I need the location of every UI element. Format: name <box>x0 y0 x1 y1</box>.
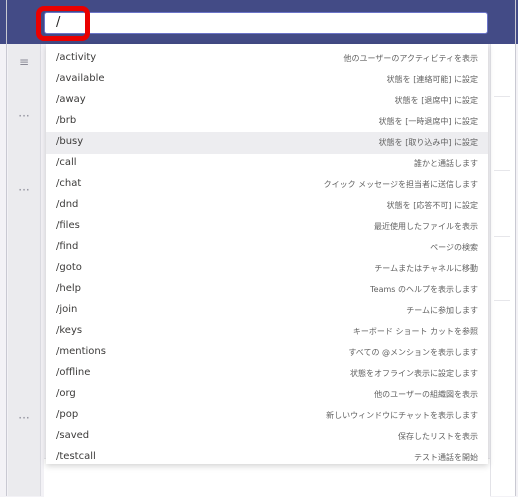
left-rail: ≡ ··· ··· ··· <box>8 44 41 496</box>
command-description: 保存したリストを表示 <box>398 432 478 441</box>
command-name: /saved <box>56 430 90 441</box>
command-description: 状態を [取り込み中] に設定 <box>378 138 478 147</box>
command-description: 状態を [応答不可] に設定 <box>386 201 478 210</box>
command-item[interactable]: /mentions すべての @メンションを表示します <box>46 342 488 364</box>
command-description: キーボード ショート カットを参照 <box>352 327 478 336</box>
more-options-icon[interactable]: ··· <box>16 412 32 424</box>
command-item[interactable]: /offline 状態をオフライン表示に設定します <box>46 363 488 385</box>
command-item[interactable]: /testcall テスト通話を開始 <box>46 447 488 469</box>
command-name: /mentions <box>56 346 106 357</box>
command-name: /brb <box>56 115 77 126</box>
more-options-icon[interactable]: ··· <box>16 184 32 196</box>
command-name: /files <box>56 220 80 231</box>
command-item[interactable]: /call 誰かと通話します <box>46 153 488 175</box>
command-description: 状態を [退席中] に設定 <box>394 96 478 105</box>
command-description: チームまたはチャネルに移動 <box>374 264 478 273</box>
command-name: /chat <box>56 178 82 189</box>
command-description: 状態を [連絡可能] に設定 <box>386 75 478 84</box>
divider <box>494 236 510 237</box>
command-name: /keys <box>56 325 83 336</box>
command-item[interactable]: /available 状態を [連絡可能] に設定 <box>46 69 488 91</box>
command-name: /offline <box>56 367 91 378</box>
command-description: 新しいウィンドウにチャットを表示します <box>326 411 478 420</box>
command-name: /busy <box>56 136 84 147</box>
divider <box>494 170 510 171</box>
command-name: /join <box>56 304 78 315</box>
command-search-input[interactable]: / <box>44 12 488 34</box>
command-name: /testcall <box>56 451 96 462</box>
command-item[interactable]: /busy 状態を [取り込み中] に設定 <box>46 132 488 154</box>
command-item[interactable]: /org 他のユーザーの組織図を表示 <box>46 384 488 406</box>
command-dropdown: /activity 他のユーザーのアクティビティを表示/available 状態を … <box>46 44 488 464</box>
command-item[interactable]: /chat クイック メッセージを担当者に送信します <box>46 174 488 196</box>
command-item[interactable]: /keys キーボード ショート カットを参照 <box>46 321 488 343</box>
more-options-icon[interactable]: ··· <box>16 110 32 122</box>
command-description: 状態を [一時退席中] に設定 <box>378 117 478 126</box>
command-item[interactable]: /join チームに参加します <box>46 300 488 322</box>
command-item[interactable]: /dnd 状態を [応答不可] に設定 <box>46 195 488 217</box>
command-description: クイック メッセージを担当者に送信します <box>323 180 478 189</box>
command-item[interactable]: /pop 新しいウィンドウにチャットを表示します <box>46 405 488 427</box>
command-name: /call <box>56 157 77 168</box>
highlight-annotation <box>36 6 90 41</box>
command-item[interactable]: /activity 他のユーザーのアクティビティを表示 <box>46 48 488 70</box>
command-item[interactable]: /files 最近使用したファイルを表示 <box>46 216 488 238</box>
command-item[interactable]: /away 状態を [退席中] に設定 <box>46 90 488 112</box>
command-description: テスト通話を開始 <box>414 453 478 462</box>
command-description: ページの検索 <box>430 243 478 252</box>
command-name: /dnd <box>56 199 79 210</box>
command-name: /pop <box>56 409 79 420</box>
command-description: 誰かと通話します <box>414 159 478 168</box>
command-description: チームに参加します <box>406 306 478 315</box>
command-name: /org <box>56 388 76 399</box>
command-description: すべての @メンションを表示します <box>348 348 478 357</box>
command-description: 他のユーザーのアクティビティを表示 <box>343 54 478 63</box>
command-description: 他のユーザーの組織図を表示 <box>374 390 478 399</box>
command-name: /help <box>56 283 81 294</box>
command-description: Teams のヘルプを表示します <box>370 285 478 294</box>
divider <box>494 96 510 97</box>
filter-icon[interactable]: ≡ <box>16 56 32 68</box>
command-name: /find <box>56 241 79 252</box>
command-description: 最近使用したファイルを表示 <box>374 222 478 231</box>
divider <box>494 300 510 301</box>
command-name: /available <box>56 73 105 84</box>
command-description: 状態をオフライン表示に設定します <box>350 369 478 378</box>
command-item[interactable]: /brb 状態を [一時退席中] に設定 <box>46 111 488 133</box>
command-name: /activity <box>56 52 97 63</box>
command-item[interactable]: /saved 保存したリストを表示 <box>46 426 488 448</box>
background-panel <box>490 44 515 496</box>
command-item[interactable]: /help Teams のヘルプを表示します <box>46 279 488 301</box>
command-item[interactable]: /find ページの検索 <box>46 237 488 259</box>
command-name: /away <box>56 94 86 105</box>
command-item[interactable]: /goto チームまたはチャネルに移動 <box>46 258 488 280</box>
command-name: /goto <box>56 262 82 273</box>
